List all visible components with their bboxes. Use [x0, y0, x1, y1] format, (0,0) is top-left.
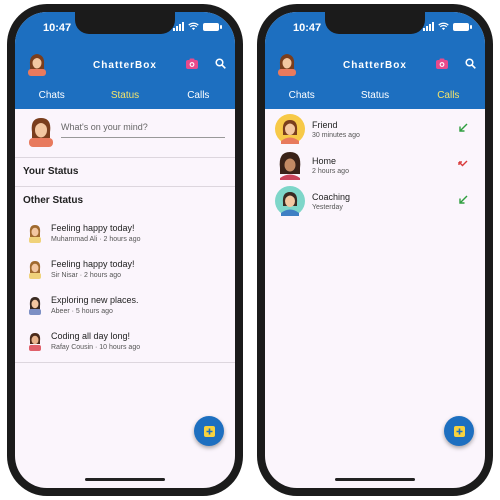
battery-icon [453, 22, 472, 31]
add-status-icon [453, 425, 465, 437]
contact-avatar [275, 186, 305, 216]
screen: 10:47 ChatterBox Chats Status Calls [265, 12, 485, 488]
battery-icon [203, 22, 222, 31]
status-text: Feeling happy today! [51, 223, 135, 233]
compose-status-row: What's on your mind? [15, 109, 235, 157]
notch [325, 12, 425, 34]
screen: 10:47 ChatterBox Chats Status Calls [15, 12, 235, 488]
notch [75, 12, 175, 34]
status-item[interactable]: Feeling happy today! Sir Nisar · 2 hours… [15, 250, 235, 286]
home-indicator [335, 478, 415, 481]
camera-icon[interactable] [186, 58, 198, 69]
search-icon[interactable] [215, 58, 226, 69]
status-content: What's on your mind? Your Status Other S… [15, 109, 235, 363]
tab-status[interactable]: Status [88, 90, 161, 101]
other-status-heading: Other Status [23, 195, 84, 206]
app-title: ChatterBox [343, 60, 407, 71]
add-status-button[interactable] [194, 416, 224, 446]
tab-chats[interactable]: Chats [15, 90, 88, 101]
user-avatar [29, 225, 41, 243]
call-item[interactable]: Home 2 hours ago [265, 147, 485, 183]
status-input[interactable]: What's on your mind? [61, 122, 225, 138]
caller-name: Home [312, 156, 337, 166]
call-item[interactable]: Friend 30 minutes ago [265, 111, 485, 147]
contact-avatar [275, 114, 305, 144]
tab-calls[interactable]: Calls [162, 90, 235, 101]
search-icon[interactable] [465, 58, 476, 69]
tab-chats[interactable]: Chats [265, 90, 338, 101]
divider [15, 362, 235, 363]
add-status-icon [203, 425, 215, 437]
contact-avatar [279, 152, 301, 180]
home-indicator [85, 478, 165, 481]
clock: 10:47 [293, 22, 322, 34]
call-time: 30 minutes ago [312, 132, 360, 139]
status-item[interactable]: Coding all day long! Rafay Cousin · 10 h… [15, 322, 235, 358]
status-text: Exploring new places. [51, 295, 139, 305]
app-title: ChatterBox [93, 60, 157, 71]
status-meta: Muhammad Ali · 2 hours ago [51, 236, 141, 243]
caller-name: Friend [312, 120, 338, 130]
clock: 10:47 [43, 22, 72, 34]
incoming-call-icon [459, 123, 468, 132]
tab-status[interactable]: Status [338, 90, 411, 101]
user-avatar [29, 261, 41, 279]
new-call-button[interactable] [444, 416, 474, 446]
status-meta: Sir Nisar · 2 hours ago [51, 272, 122, 279]
status-meta: Rafay Cousin · 10 hours ago [51, 344, 141, 351]
app-bar: 10:47 ChatterBox Chats Status Calls [265, 12, 485, 109]
your-status-heading: Your Status [23, 166, 79, 177]
system-icons [423, 22, 472, 31]
signal-icon [173, 22, 184, 31]
wifi-icon [188, 22, 199, 31]
status-text: Feeling happy today! [51, 259, 135, 269]
missed-call-icon [458, 160, 468, 167]
status-text: Coding all day long! [51, 331, 131, 341]
tab-bar: Chats Status Calls [15, 90, 235, 101]
status-item[interactable]: Exploring new places. Abeer · 5 hours ag… [15, 286, 235, 322]
user-avatar [29, 297, 41, 315]
signal-icon [423, 22, 434, 31]
user-avatar [29, 333, 41, 351]
incoming-call-icon [459, 195, 468, 204]
phone-calls-screen: 10:47 ChatterBox Chats Status Calls Frie… [257, 4, 493, 496]
call-item[interactable]: Coaching Yesterday [265, 183, 485, 219]
camera-icon[interactable] [436, 58, 448, 69]
system-icons [173, 22, 222, 31]
app-bar: 10:47 ChatterBox Chats Status Calls [15, 12, 235, 109]
tab-bar: Chats Status Calls [265, 90, 485, 101]
phone-status-screen: 10:47 ChatterBox Chats Status Calls What… [7, 4, 243, 496]
status-meta: Abeer · 5 hours ago [51, 308, 113, 315]
call-time: 2 hours ago [312, 168, 349, 175]
caller-name: Coaching [312, 192, 351, 202]
calls-content: Friend 30 minutes ago Home 2 hours ago C… [265, 109, 485, 219]
call-time: Yesterday [312, 204, 343, 211]
status-item[interactable]: Feeling happy today! Muhammad Ali · 2 ho… [15, 214, 235, 250]
wifi-icon [438, 22, 449, 31]
my-avatar [29, 118, 53, 147]
tab-calls[interactable]: Calls [412, 90, 485, 101]
